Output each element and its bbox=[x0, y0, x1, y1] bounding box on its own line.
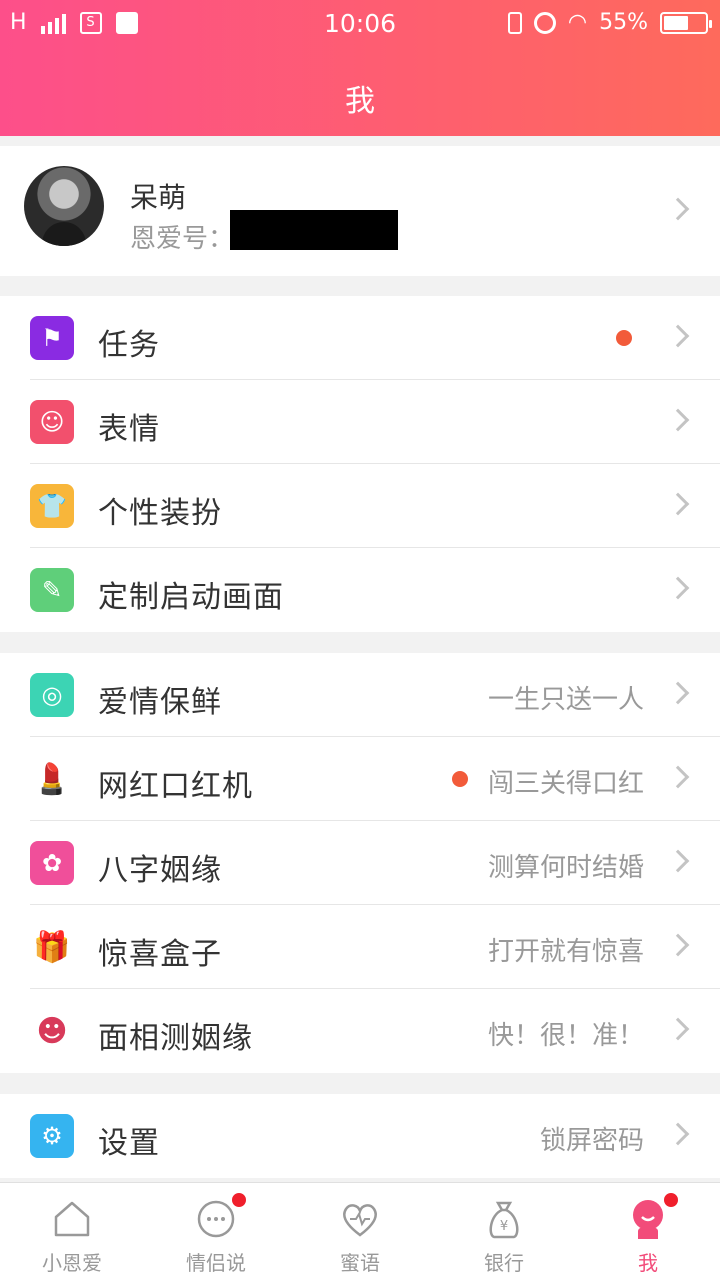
tab-2[interactable]: 蜜语 bbox=[288, 1183, 432, 1280]
profile-id-label: 恩爱号： bbox=[130, 224, 235, 254]
face-icon: ☻ bbox=[30, 1009, 74, 1053]
lipstick-icon: 💄 bbox=[30, 757, 74, 801]
lime-icon: ◎ bbox=[30, 673, 74, 717]
menu-row-hint: 锁屏密码 bbox=[539, 1126, 644, 1156]
menu-row-hint: 闯三关得口红 bbox=[487, 769, 644, 799]
menu-row[interactable]: ⚑ 任务 bbox=[0, 296, 720, 380]
profile-card[interactable]: 呆萌 恩爱号： bbox=[0, 146, 720, 276]
app-header: H S 10:06 ◠ 55% 我 bbox=[0, 0, 720, 136]
menu-row-label: 爱情保鲜 bbox=[98, 685, 222, 720]
menu-row-label: 八字姻缘 bbox=[98, 853, 222, 888]
gift-icon: 🎁 bbox=[30, 925, 74, 969]
menu-row-hint: 测算何时结婚 bbox=[487, 853, 644, 883]
menu-row[interactable]: ◎ 爱情保鲜 一生只送一人 bbox=[0, 653, 720, 737]
tab-0[interactable]: 小恩爱 bbox=[0, 1183, 144, 1280]
menu-row[interactable]: 👕 个性装扮 bbox=[0, 464, 720, 548]
wifi-icon: ◠ bbox=[567, 10, 588, 35]
status-right: ◠ 55% bbox=[507, 10, 712, 35]
notification-dot bbox=[616, 330, 632, 346]
chevron-right-icon bbox=[666, 408, 690, 432]
menu-row-label: 网红口红机 bbox=[98, 769, 253, 804]
avatar[interactable] bbox=[24, 166, 104, 246]
chevron-right-icon bbox=[666, 681, 690, 705]
chevron-right-icon bbox=[666, 492, 690, 516]
smiley-icon: ☺ bbox=[30, 400, 74, 444]
tab-label: 我 bbox=[638, 1251, 658, 1275]
chevron-right-icon bbox=[666, 933, 690, 957]
tab-label: 蜜语 bbox=[340, 1251, 380, 1275]
battery-percent: 55% bbox=[599, 10, 648, 35]
brush-icon: ✎ bbox=[30, 568, 74, 612]
vibrate-icon bbox=[507, 11, 522, 34]
menu-row-label: 惊喜盒子 bbox=[98, 937, 222, 972]
menu-row-hint: 打开就有惊喜 bbox=[487, 937, 644, 967]
chevron-right-icon bbox=[666, 197, 690, 221]
menu-row[interactable]: ☻ 面相测姻缘 快！很！准！ bbox=[0, 989, 720, 1073]
menu-row-label: 面相测姻缘 bbox=[98, 1021, 253, 1056]
tab-label: 情侣说 bbox=[186, 1251, 246, 1275]
tab-4[interactable]: 我 bbox=[576, 1183, 720, 1280]
menu-section-features: ⚑ 任务 ☺ 表情 👕 个性装扮 ✎ 定制启动画面 bbox=[0, 296, 720, 632]
menu-row[interactable]: ✿ 八字姻缘 测算何时结婚 bbox=[0, 821, 720, 905]
menu-row-label: 设置 bbox=[98, 1126, 160, 1161]
flag-icon: ⚑ bbox=[30, 316, 74, 360]
chevron-right-icon bbox=[666, 576, 690, 600]
heart-pulse-icon bbox=[338, 1197, 382, 1241]
flower-icon: ✿ bbox=[30, 841, 74, 885]
chevron-right-icon bbox=[666, 1122, 690, 1146]
tab-1[interactable]: 情侣说 bbox=[144, 1183, 288, 1280]
tab-label: 小恩爱 bbox=[42, 1251, 102, 1275]
menu-row[interactable]: ⚙ 设置 锁屏密码 bbox=[0, 1094, 720, 1178]
page-title: 我 bbox=[345, 84, 375, 119]
profile-name: 呆萌 bbox=[130, 181, 187, 214]
redacted-id bbox=[230, 210, 398, 250]
money-bag-icon: ¥ bbox=[482, 1197, 526, 1241]
home-icon bbox=[50, 1197, 94, 1241]
notification-badge bbox=[662, 1191, 680, 1209]
status-bar: H S 10:06 ◠ 55% bbox=[0, 0, 720, 48]
menu-row-label: 定制启动画面 bbox=[98, 580, 284, 615]
menu-row-hint: 一生只送一人 bbox=[487, 685, 644, 715]
menu-row-label: 个性装扮 bbox=[98, 496, 222, 531]
menu-row[interactable]: 💄 网红口红机 闯三关得口红 bbox=[0, 737, 720, 821]
menu-row[interactable]: ✎ 定制启动画面 bbox=[0, 548, 720, 632]
notification-dot bbox=[452, 771, 468, 787]
battery-icon bbox=[660, 11, 712, 34]
alarm-icon bbox=[533, 11, 556, 34]
tshirt-icon: 👕 bbox=[30, 484, 74, 528]
notification-badge bbox=[230, 1191, 248, 1209]
tab-3[interactable]: ¥ 银行 bbox=[432, 1183, 576, 1280]
menu-row[interactable]: 🎁 惊喜盒子 打开就有惊喜 bbox=[0, 905, 720, 989]
chevron-right-icon bbox=[666, 849, 690, 873]
menu-row[interactable]: ☺ 表情 bbox=[0, 380, 720, 464]
menu-row-label: 表情 bbox=[98, 412, 160, 447]
menu-row-label: 任务 bbox=[98, 328, 160, 363]
chevron-right-icon bbox=[666, 765, 690, 789]
chevron-right-icon bbox=[666, 1017, 690, 1041]
menu-section-settings: ⚙ 设置 锁屏密码 bbox=[0, 1094, 720, 1178]
menu-section-fun: ◎ 爱情保鲜 一生只送一人 💄 网红口红机 闯三关得口红 ✿ 八字姻缘 测算何时结婚 🎁 惊喜盒子 打… bbox=[0, 653, 720, 1073]
tab-label: 银行 bbox=[484, 1251, 524, 1275]
gear-icon: ⚙ bbox=[30, 1114, 74, 1158]
menu-row-hint: 快！很！准！ bbox=[487, 1021, 644, 1051]
bottom-tab-bar: 小恩爱 情侣说 蜜语 ¥ 银行 我 bbox=[0, 1182, 720, 1280]
chevron-right-icon bbox=[666, 324, 690, 348]
svg-text:¥: ¥ bbox=[500, 1219, 508, 1234]
